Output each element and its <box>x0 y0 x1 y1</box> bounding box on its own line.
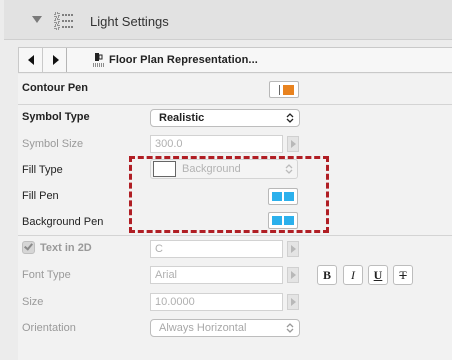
symbol-size-input[interactable]: 300.0 <box>150 135 283 153</box>
fill-type-value: Background <box>182 163 241 175</box>
next-button[interactable] <box>43 48 67 72</box>
underline-button[interactable]: U <box>368 265 388 285</box>
fill-pen-picker[interactable] <box>268 188 298 205</box>
text-in-2d-play-icon[interactable] <box>287 241 299 257</box>
fill-pen-swatch-bg <box>284 192 294 201</box>
contour-pen-picker[interactable] <box>269 81 299 98</box>
bold-button[interactable]: B <box>317 265 337 285</box>
text-in-2d-checkbox[interactable] <box>22 241 35 254</box>
fill-type-select[interactable]: Background <box>150 159 298 179</box>
italic-button[interactable]: I <box>343 265 363 285</box>
chevron-updown-icon <box>286 323 294 333</box>
symbol-type-select[interactable]: Realistic <box>150 109 300 127</box>
orientation-value: Always Horizontal <box>159 322 247 334</box>
representation-toolbar: Floor Plan Representation... <box>18 47 452 73</box>
font-type-play-icon[interactable] <box>287 267 299 283</box>
background-pen-label: Background Pen <box>22 216 104 228</box>
background-pen-swatch-bg <box>284 216 294 225</box>
font-type-input[interactable]: Arial <box>150 266 283 284</box>
collapse-triangle-icon[interactable] <box>32 16 42 23</box>
background-pen-swatch-fg <box>272 216 282 225</box>
arrow-left-icon <box>28 55 34 65</box>
text-in-2d-input[interactable]: C <box>150 240 283 258</box>
pen-divider <box>279 85 280 95</box>
panel-title: Light Settings <box>90 14 169 29</box>
symbol-size-play-icon[interactable] <box>287 136 299 152</box>
floor-plan-icon <box>93 53 105 67</box>
orientation-label: Orientation <box>22 322 76 334</box>
previous-button[interactable] <box>19 48 43 72</box>
contour-pen-label: Contour Pen <box>22 82 88 94</box>
divider <box>18 104 452 105</box>
contour-pen-swatch <box>283 85 294 95</box>
symbol-type-label: Symbol Type <box>22 111 90 123</box>
arrow-right-icon <box>53 55 59 65</box>
strikethrough-button[interactable]: T <box>393 265 413 285</box>
fill-pen-label: Fill Pen <box>22 190 59 202</box>
font-type-label: Font Type <box>22 269 71 281</box>
symbol-type-value: Realistic <box>159 112 205 124</box>
size-play-icon[interactable] <box>287 294 299 310</box>
text-in-2d-label: Text in 2D <box>40 242 92 254</box>
panel-header[interactable]: Light Settings <box>4 0 452 40</box>
divider <box>18 235 452 236</box>
fill-swatch <box>153 161 176 177</box>
settings-list-icon <box>54 12 73 30</box>
checkmark-icon <box>24 241 33 251</box>
fill-type-label: Fill Type <box>22 164 63 176</box>
background-pen-picker[interactable] <box>268 212 298 229</box>
size-input[interactable]: 10.0000 <box>150 293 283 311</box>
symbol-size-label: Symbol Size <box>22 138 84 150</box>
fill-pen-swatch-fg <box>272 192 282 201</box>
orientation-select[interactable]: Always Horizontal <box>150 319 300 337</box>
chevron-updown-icon <box>286 113 294 123</box>
chevron-updown-icon <box>285 164 293 174</box>
floor-plan-representation-button[interactable]: Floor Plan Representation... <box>109 54 258 66</box>
size-label: Size <box>22 296 44 308</box>
